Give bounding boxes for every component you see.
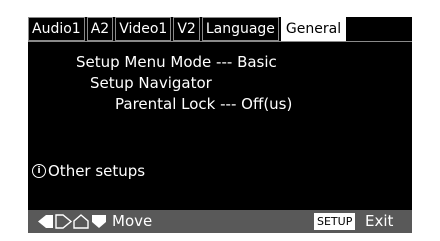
exit-label: Exit — [365, 212, 394, 230]
parental-lock-sep: --- — [220, 95, 237, 113]
setup-menu-mode-label: Setup Menu Mode — [76, 53, 212, 71]
tab-language[interactable]: Language — [201, 17, 279, 41]
arrow-keys-icon — [38, 214, 106, 229]
other-setups-label: Other setups — [48, 162, 146, 180]
setup-menu-mode-sep: --- — [216, 53, 233, 71]
setup-menu-mode-value: Basic — [237, 53, 277, 71]
setup-button[interactable]: SETUP — [314, 213, 356, 230]
menu-item-setup-navigator[interactable]: Setup Navigator — [90, 74, 212, 92]
parental-lock-value: Off(us) — [241, 95, 293, 113]
tab-v2[interactable]: V2 — [173, 17, 200, 41]
footer-bar: Move SETUP Exit — [28, 210, 412, 233]
tab-general[interactable]: General — [280, 17, 347, 41]
menu-item-parental-lock[interactable]: Parental Lock --- Off(us) — [115, 95, 292, 113]
other-setups[interactable]: i Other setups — [32, 162, 145, 180]
setup-navigator-label: Setup Navigator — [90, 74, 212, 92]
tab-video1[interactable]: Video1 — [115, 17, 172, 41]
tab-bar: Audio1 A2 Video1 V2 Language General — [28, 17, 348, 41]
tab-divider — [28, 41, 412, 42]
tab-a2[interactable]: A2 — [86, 17, 114, 41]
setup-screen: Audio1 A2 Video1 V2 Language General Set… — [28, 17, 412, 233]
tab-audio1[interactable]: Audio1 — [28, 17, 85, 41]
move-label: Move — [112, 212, 153, 230]
info-icon: i — [32, 164, 46, 178]
menu-item-setup-menu-mode[interactable]: Setup Menu Mode --- Basic — [76, 53, 277, 71]
parental-lock-label: Parental Lock — [115, 95, 216, 113]
